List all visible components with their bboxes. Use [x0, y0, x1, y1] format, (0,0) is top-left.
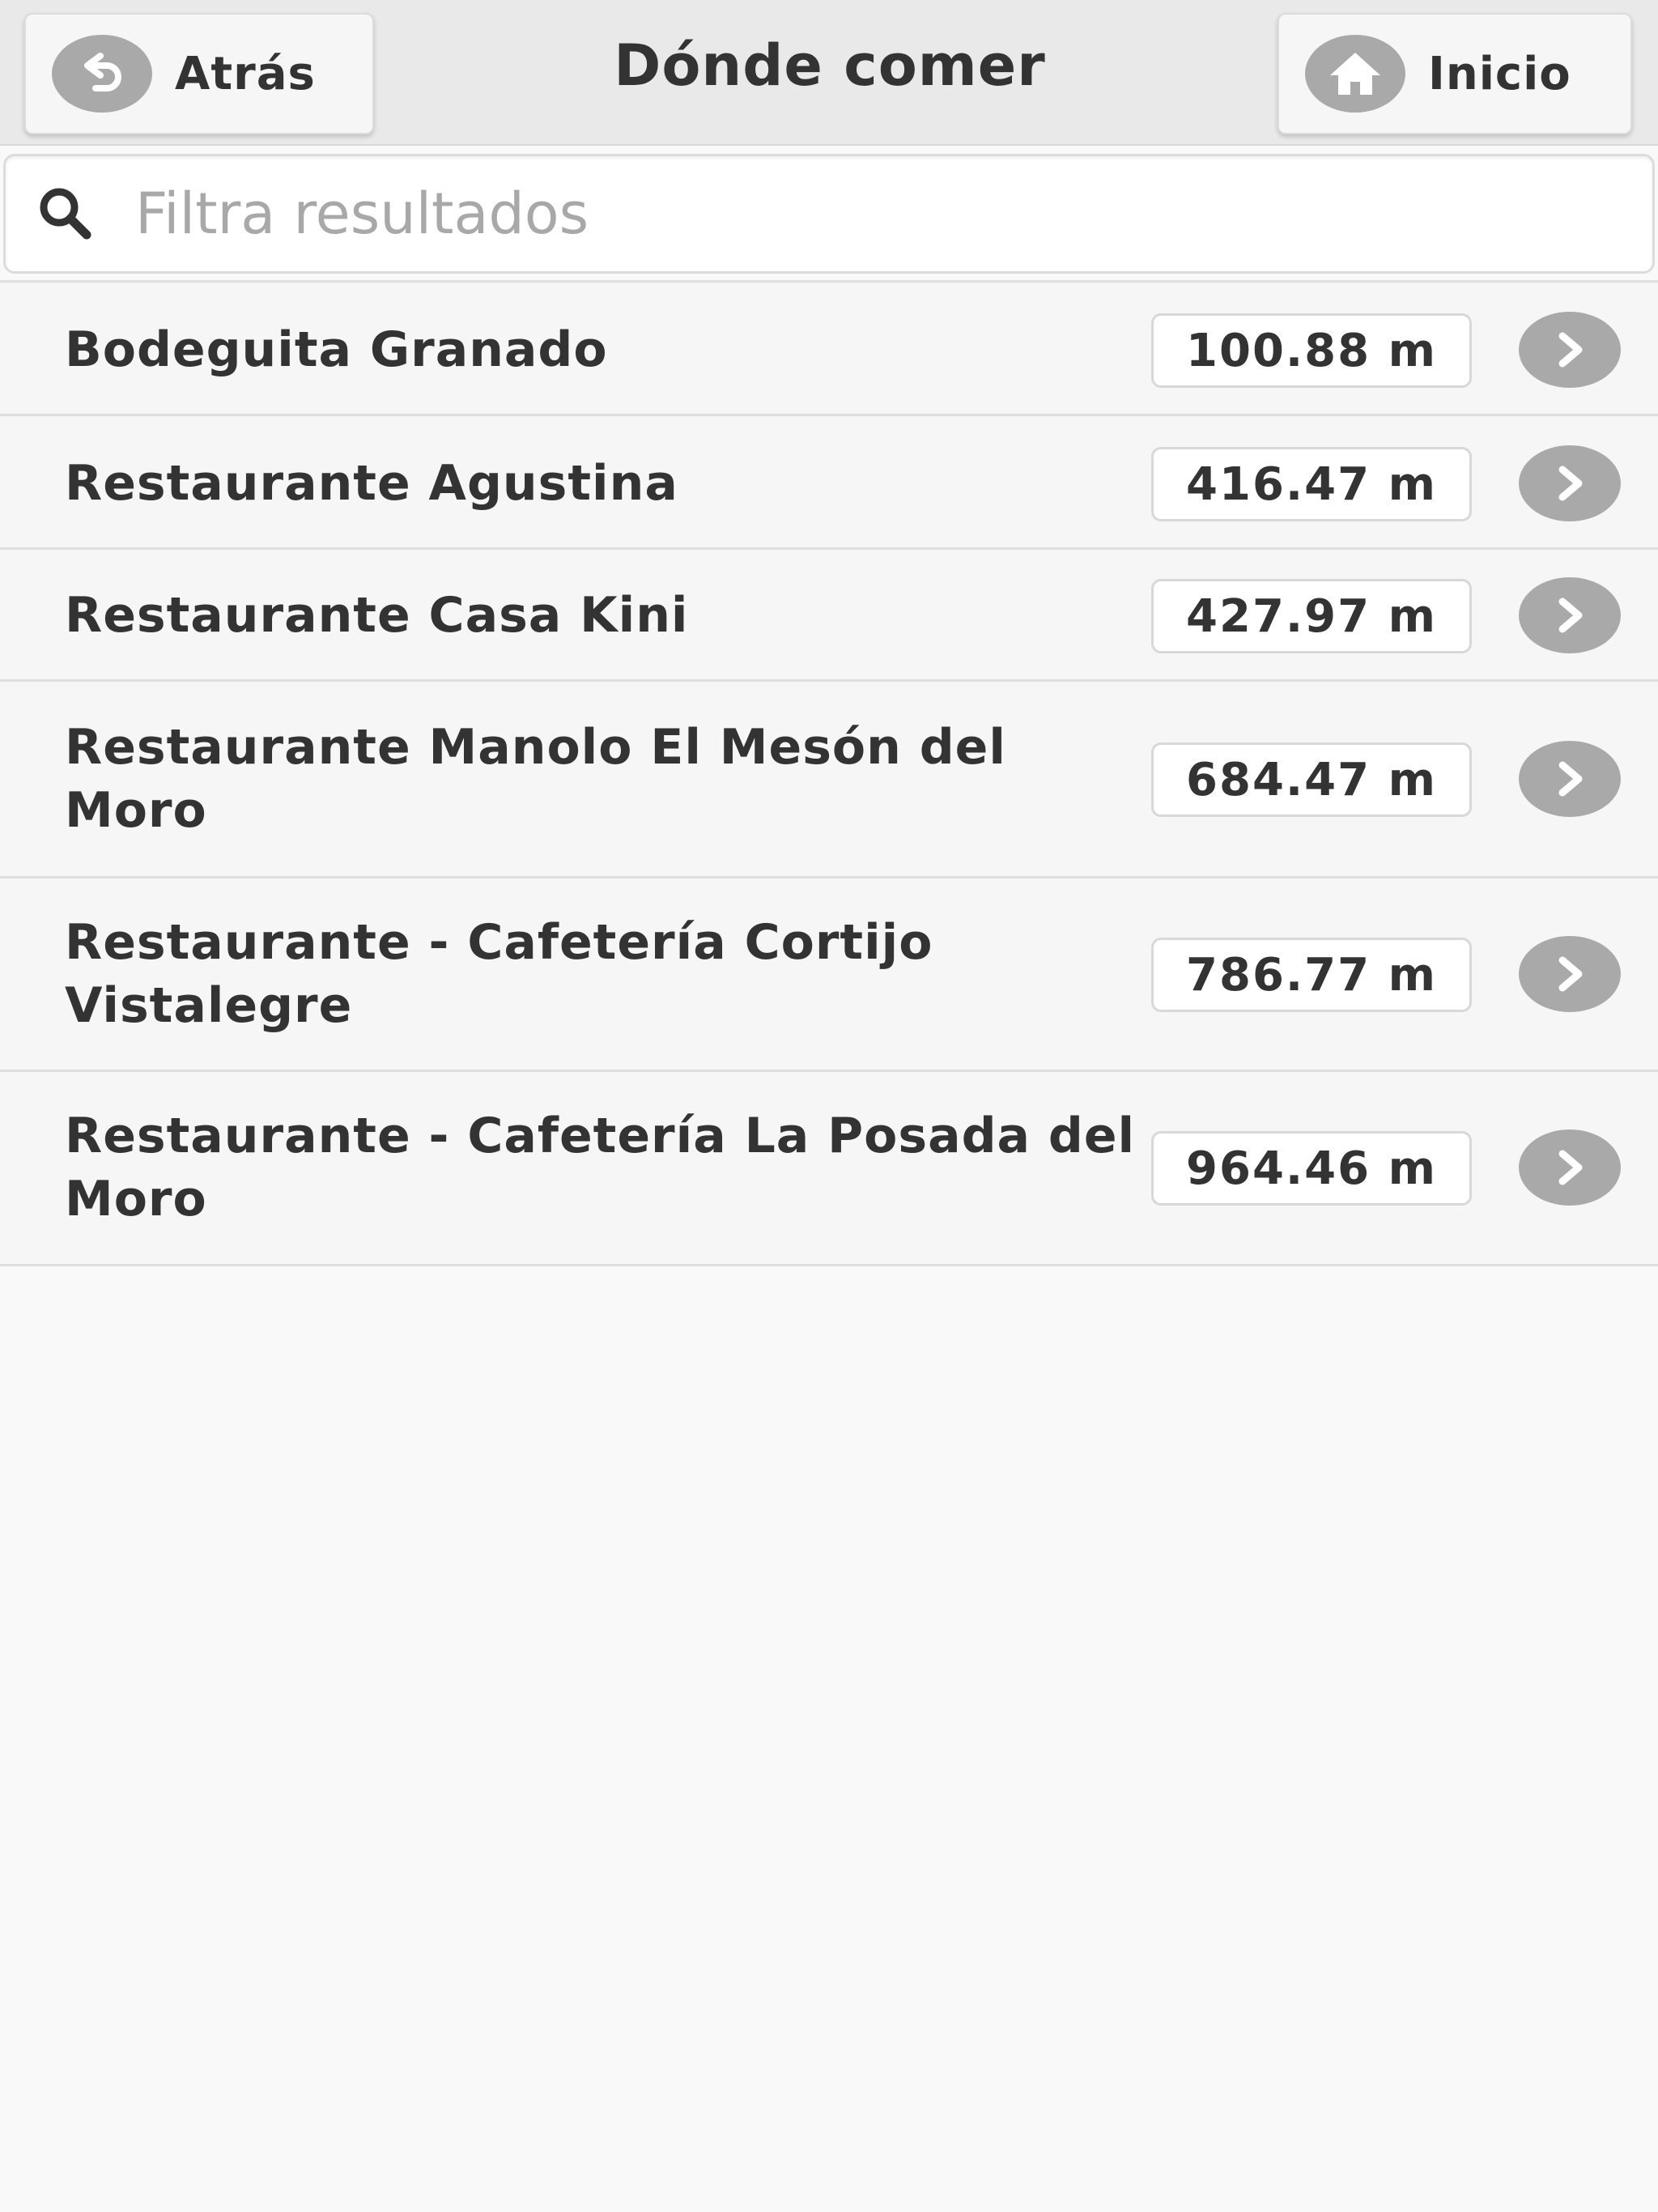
- list-item[interactable]: Restaurante - Cafetería Cortijo Vistaleg…: [0, 878, 1658, 1072]
- restaurant-name: Bodeguita Granado: [65, 321, 608, 378]
- search-bar: [3, 154, 1655, 274]
- list-item[interactable]: Restaurante Agustina 416.47 m: [0, 416, 1658, 550]
- restaurant-name: Restaurante Manolo El Mesón del Moro: [65, 719, 1006, 839]
- distance-badge: 786.77 m: [1151, 938, 1472, 1012]
- restaurant-list: Bodeguita Granado 100.88 m Restaurante A…: [0, 280, 1658, 1266]
- chevron-right-icon[interactable]: [1519, 577, 1621, 653]
- chevron-right-icon[interactable]: [1519, 741, 1621, 817]
- list-item[interactable]: Restaurante - Cafetería La Posada del Mo…: [0, 1072, 1658, 1266]
- chevron-right-icon[interactable]: [1519, 312, 1621, 388]
- chevron-right-icon[interactable]: [1519, 445, 1621, 521]
- page-title: Dónde comer: [614, 32, 1046, 99]
- restaurant-name: Restaurante Agustina: [65, 455, 678, 512]
- back-button-label: Atrás: [175, 47, 316, 100]
- top-bar: Atrás Dónde comer Inicio: [0, 0, 1658, 146]
- search-icon: [33, 181, 98, 246]
- back-button[interactable]: Atrás: [24, 13, 374, 134]
- home-icon: [1305, 35, 1405, 113]
- back-arrow-icon: [52, 35, 152, 113]
- chevron-right-icon[interactable]: [1519, 936, 1621, 1012]
- list-item[interactable]: Restaurante Manolo El Mesón del Moro 684…: [0, 682, 1658, 878]
- distance-badge: 416.47 m: [1151, 447, 1472, 521]
- list-item[interactable]: Bodeguita Granado 100.88 m: [0, 283, 1658, 416]
- restaurant-name: Restaurante - Cafetería La Posada del Mo…: [65, 1108, 1136, 1227]
- home-button[interactable]: Inicio: [1278, 13, 1632, 134]
- home-button-label: Inicio: [1428, 47, 1571, 100]
- chevron-right-icon[interactable]: [1519, 1129, 1621, 1206]
- distance-badge: 964.46 m: [1151, 1131, 1472, 1206]
- distance-badge: 684.47 m: [1151, 742, 1472, 817]
- search-input[interactable]: [134, 180, 1591, 248]
- restaurant-name: Restaurante Casa Kini: [65, 587, 689, 644]
- distance-badge: 427.97 m: [1151, 579, 1472, 653]
- distance-badge: 100.88 m: [1151, 313, 1472, 388]
- list-item[interactable]: Restaurante Casa Kini 427.97 m: [0, 550, 1658, 682]
- restaurant-name: Restaurante - Cafetería Cortijo Vistaleg…: [65, 914, 933, 1034]
